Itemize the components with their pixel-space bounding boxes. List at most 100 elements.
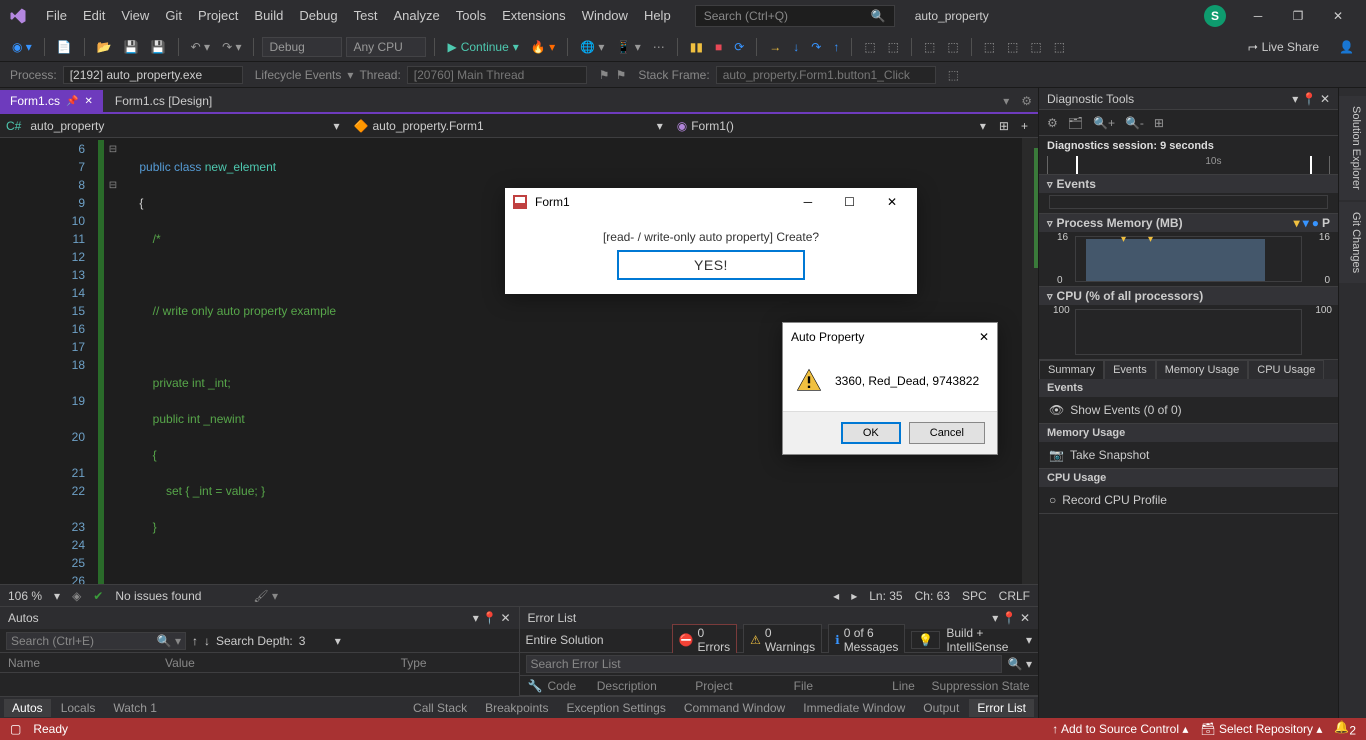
debug-tool-6[interactable]: ⬚ [1026, 38, 1045, 56]
target-button[interactable]: 📱 ▾ [612, 38, 644, 56]
search-depth-combo[interactable]: 3 [299, 634, 329, 648]
debug-tool-1[interactable]: ⬚ [884, 38, 903, 56]
diag-events-hdr[interactable]: ▿ Events [1039, 175, 1338, 193]
process-combo[interactable]: [2192] auto_property.exe [63, 66, 243, 84]
close-icon[interactable]: ✕ [979, 330, 989, 344]
minimize-button[interactable]: ─ [1238, 0, 1278, 32]
flag2-icon[interactable]: ⚑ [616, 68, 627, 82]
arrow-up-icon[interactable]: ↑ [192, 634, 198, 648]
build-intelli-combo[interactable]: Build + IntelliSense [946, 626, 1020, 654]
step-out-button[interactable]: ↑ [829, 38, 843, 56]
ptab-breakpoints[interactable]: Breakpoints [477, 699, 556, 717]
menu-tools[interactable]: Tools [448, 0, 494, 32]
dtab-events[interactable]: Events [1104, 360, 1156, 379]
new-project-button[interactable]: 📄 [53, 38, 76, 56]
vtab-solution-explorer[interactable]: Solution Explorer [1339, 96, 1366, 200]
nav-member[interactable]: ◉Form1()▾ [672, 117, 991, 135]
col-value[interactable]: Value [165, 656, 401, 670]
show-next-button[interactable]: → [765, 38, 785, 56]
debug-tool-2[interactable]: ⬚ [920, 38, 939, 56]
source-control-button[interactable]: ↑ Add to Source Control ▴ [1052, 722, 1188, 736]
undo-button[interactable]: ↶ ▾ [187, 38, 214, 56]
form1-dialog-titlebar[interactable]: Form1 ─ ☐ ✕ [505, 188, 917, 216]
debug-extra-icon[interactable]: ⬚ [948, 68, 959, 82]
minimize-icon[interactable]: ─ [792, 195, 825, 209]
menu-extensions[interactable]: Extensions [494, 0, 574, 32]
menu-test[interactable]: Test [346, 0, 386, 32]
errors-filter[interactable]: ⛔0 Errors [672, 624, 738, 656]
col-icon[interactable]: 🔧 [528, 679, 548, 693]
close-icon[interactable]: ✕ [1020, 611, 1030, 625]
debug-tool-3[interactable]: ⬚ [943, 38, 962, 56]
menu-window[interactable]: Window [574, 0, 636, 32]
zoom-out-icon[interactable]: 🔍- [1125, 116, 1144, 130]
diag-mem-hdr[interactable]: ▿ Process Memory (MB) ▾ ▾ ● P [1039, 214, 1338, 232]
warnings-filter[interactable]: ⚠0 Warnings [743, 624, 822, 656]
ok-button[interactable]: OK [841, 422, 901, 444]
tab-form1-design[interactable]: Form1.cs [Design] [105, 90, 222, 112]
split-icon[interactable]: ⊞ [995, 119, 1013, 133]
global-search-input[interactable]: Search (Ctrl+Q) 🔍 [695, 5, 895, 27]
lifecycle-combo[interactable]: Lifecycle Events [255, 68, 342, 82]
menu-help[interactable]: Help [636, 0, 679, 32]
ptab-autos[interactable]: Autos [4, 699, 51, 717]
ptab-errorlist[interactable]: Error List [969, 699, 1034, 717]
continue-button[interactable]: ▶Continue▾ [443, 38, 522, 56]
browser-link-button[interactable]: 🌐 ▾ [576, 38, 608, 56]
menu-file[interactable]: File [38, 0, 75, 32]
platform-combo[interactable]: Any CPU [346, 37, 426, 57]
nav-class[interactable]: 🔶auto_property.Form1▾ [349, 117, 668, 135]
col-file[interactable]: File [794, 679, 892, 693]
messagebox-titlebar[interactable]: Auto Property ✕ [783, 323, 997, 351]
menu-project[interactable]: Project [190, 0, 246, 32]
diag-timeline[interactable]: 10s [1047, 156, 1330, 174]
errorlist-search-input[interactable]: Search Error List [526, 655, 1002, 673]
notifications-icon[interactable]: 🔔2 [1334, 720, 1356, 737]
dtab-memory[interactable]: Memory Usage [1156, 360, 1249, 379]
ptab-output[interactable]: Output [915, 699, 967, 717]
scrollbar-preview[interactable] [1022, 138, 1038, 584]
redo-button[interactable]: ↷ ▾ [218, 38, 245, 56]
issues-label[interactable]: No issues found [115, 589, 201, 603]
close-button[interactable]: ✕ [1318, 0, 1358, 32]
autos-search-input[interactable]: Search (Ctrl+E)🔍 ▾ [6, 632, 186, 650]
error-ind-icon[interactable]: ◈ [72, 589, 81, 603]
pin-icon[interactable]: 📍 [1002, 611, 1017, 625]
back-button[interactable]: ◉ ▾ [8, 38, 36, 56]
menu-build[interactable]: Build [246, 0, 291, 32]
debug-tool-5[interactable]: ⬚ [1003, 38, 1022, 56]
dtab-summary[interactable]: Summary [1039, 360, 1104, 379]
select-tools-icon[interactable]: 🗂 [1068, 116, 1083, 130]
scope-combo[interactable]: Entire Solution [526, 633, 666, 647]
select-repo-button[interactable]: 🗃 Select Repository ▴ [1200, 722, 1322, 736]
col-description[interactable]: Description [597, 679, 695, 693]
record-cpu-action[interactable]: ○Record CPU Profile [1039, 487, 1338, 514]
close-icon[interactable]: ✕ [84, 96, 92, 107]
brush-icon[interactable]: 🖌 ▾ [253, 589, 278, 603]
gear-icon[interactable]: ⚙ [1047, 116, 1058, 130]
config-combo[interactable]: Debug [262, 37, 342, 57]
menu-debug[interactable]: Debug [291, 0, 345, 32]
ptab-exception[interactable]: Exception Settings [558, 699, 673, 717]
stop-button[interactable]: ■ [711, 38, 726, 56]
bulb-filter[interactable]: 💡 [911, 631, 940, 649]
maximize-icon[interactable]: ☐ [832, 195, 867, 209]
stackframe-combo[interactable]: auto_property.Form1.button1_Click [716, 66, 936, 84]
thread-combo[interactable]: [20760] Main Thread [407, 66, 587, 84]
col-name[interactable]: Name [8, 656, 165, 670]
maximize-button[interactable]: ❐ [1278, 0, 1318, 32]
ptab-immediate[interactable]: Immediate Window [795, 699, 913, 717]
show-events-action[interactable]: 👁Show Events (0 of 0) [1039, 397, 1338, 424]
take-snapshot-action[interactable]: 📷Take Snapshot [1039, 442, 1338, 469]
col-type[interactable]: Type [401, 656, 511, 670]
ptab-command[interactable]: Command Window [676, 699, 793, 717]
nav-namespace[interactable]: auto_property▾ [25, 117, 344, 135]
stop-debug-icon[interactable]: ▢ [10, 722, 21, 736]
close-icon[interactable]: ✕ [1320, 92, 1330, 106]
dropdown-icon[interactable]: ▾ [473, 611, 479, 625]
step-over-button[interactable]: ↷ [807, 38, 825, 56]
diag-cpu-hdr[interactable]: ▿ CPU (% of all processors) [1039, 287, 1338, 305]
feedback-button[interactable]: 👤 [1335, 38, 1358, 56]
ptab-watch1[interactable]: Watch 1 [105, 699, 165, 717]
col-line[interactable]: Line [892, 679, 931, 693]
